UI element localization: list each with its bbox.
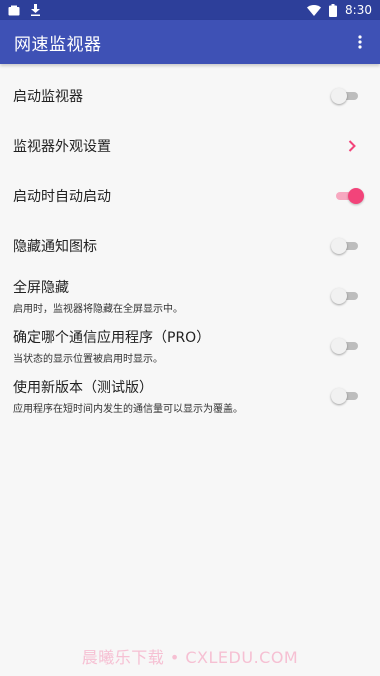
setting-appearance[interactable]: 监视器外观设置: [0, 121, 380, 171]
hide-notification-icon-toggle[interactable]: [331, 238, 360, 254]
wifi-icon: [307, 4, 322, 16]
setting-start-monitor[interactable]: 启动监视器: [0, 71, 380, 121]
notification-box-icon: [8, 5, 20, 16]
app-bar: 网速监视器: [0, 20, 380, 64]
fullscreen-hide-toggle[interactable]: [331, 288, 360, 304]
status-time: 8:30: [345, 3, 372, 17]
status-bar: 8:30: [0, 0, 380, 20]
chevron-right-icon[interactable]: [346, 139, 358, 153]
setting-title: 启动时自动启动: [13, 189, 111, 205]
more-vert-icon[interactable]: [348, 30, 372, 54]
setting-title: 使用新版本（测试版）: [13, 380, 153, 396]
battery-icon: [329, 3, 338, 17]
setting-title: 全屏隐藏: [13, 280, 69, 296]
setting-fullscreen-hide[interactable]: 全屏隐藏 启用时，监视器将隐藏在全屏显示中。: [0, 271, 380, 321]
setting-title: 隐藏通知图标: [13, 239, 97, 255]
setting-comm-app-pro[interactable]: 确定哪个通信应用程序（PRO） 当状态的显示位置被启用时显示。: [0, 321, 380, 371]
watermark: 晨曦乐下载 • CXLEDU.COM: [81, 648, 299, 667]
new-version-beta-toggle[interactable]: [331, 388, 360, 404]
setting-subtitle: 启用时，监视器将隐藏在全屏显示中。: [13, 304, 183, 315]
setting-subtitle: 应用程序在短时间内发生的通信量可以显示为覆盖。: [13, 404, 243, 415]
setting-title: 启动监视器: [13, 89, 83, 105]
app-title: 网速监视器: [14, 34, 102, 55]
setting-new-version-beta[interactable]: 使用新版本（测试版） 应用程序在短时间内发生的通信量可以显示为覆盖。: [0, 371, 380, 421]
setting-hide-notification-icon[interactable]: 隐藏通知图标: [0, 221, 380, 271]
comm-app-pro-toggle[interactable]: [331, 338, 360, 354]
download-icon: [30, 4, 41, 16]
start-monitor-toggle[interactable]: [331, 88, 360, 104]
setting-autostart[interactable]: 启动时自动启动: [0, 171, 380, 221]
setting-title: 确定哪个通信应用程序（PRO）: [13, 330, 211, 346]
setting-title: 监视器外观设置: [13, 139, 111, 155]
autostart-toggle[interactable]: [334, 188, 364, 204]
setting-subtitle: 当状态的显示位置被启用时显示。: [13, 354, 163, 365]
settings-list: 启动监视器 监视器外观设置 启动时自动启动 隐藏通知图标 全屏隐藏 启用时，监视…: [0, 64, 380, 421]
